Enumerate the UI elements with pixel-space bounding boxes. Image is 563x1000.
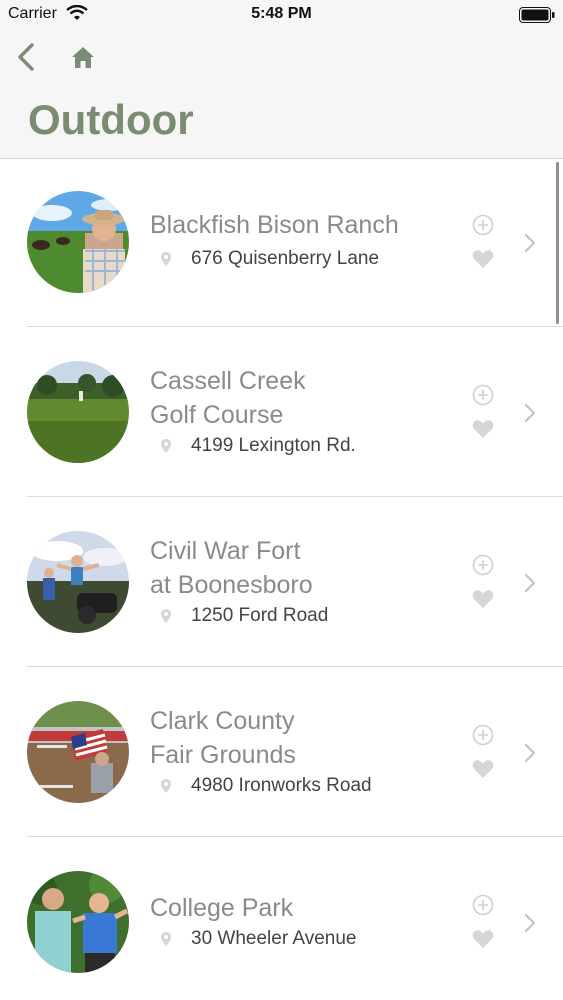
- place-name: Civil War Fort at Boonesboro: [150, 534, 450, 602]
- location-pin-icon: [161, 932, 171, 946]
- status-bar: Carrier 5:48 PM: [0, 0, 563, 30]
- chevron-right-icon: [524, 403, 536, 423]
- add-circle-icon[interactable]: [472, 214, 494, 236]
- place-address: 4980 Ironworks Road: [191, 775, 372, 796]
- home-icon: [72, 47, 94, 68]
- place-name: Cassell Creek Golf Course: [150, 364, 450, 432]
- chevron-right-icon: [524, 913, 536, 933]
- divider: [27, 836, 563, 837]
- list-item[interactable]: Clark County Fair Grounds 4980 Ironworks…: [0, 669, 563, 839]
- place-name-line-1: Cassell Creek: [150, 367, 306, 395]
- location-pin-icon: [161, 252, 171, 266]
- list-item[interactable]: Civil War Fort at Boonesboro 1250 Ford R…: [0, 499, 563, 669]
- back-button[interactable]: [12, 40, 42, 74]
- places-list: Blackfish Bison Ranch 676 Quisenberry La…: [0, 159, 563, 1000]
- place-address: 30 Wheeler Avenue: [191, 928, 357, 949]
- place-name-line-1: Blackfish Bison Ranch: [150, 211, 399, 239]
- place-name-line-2: Fair Grounds: [150, 741, 296, 769]
- place-photo: [27, 191, 129, 293]
- chevron-left-icon: [18, 43, 34, 71]
- heart-icon[interactable]: [472, 589, 494, 609]
- divider: [27, 326, 563, 327]
- place-name-line-1: Clark County: [150, 707, 295, 735]
- heart-icon[interactable]: [472, 759, 494, 779]
- page-title: Outdoor: [28, 96, 194, 143]
- place-photo: [27, 531, 129, 633]
- place-address: 676 Quisenberry Lane: [191, 248, 380, 269]
- divider: [27, 666, 563, 667]
- home-button[interactable]: [68, 44, 98, 72]
- list-item[interactable]: Blackfish Bison Ranch 676 Quisenberry La…: [0, 159, 563, 329]
- place-photo: [27, 871, 129, 973]
- location-pin-icon: [161, 439, 171, 453]
- place-name: Clark County Fair Grounds: [150, 704, 450, 772]
- place-name: College Park: [150, 891, 450, 925]
- location-pin-icon: [161, 779, 171, 793]
- place-name-line-1: College Park: [150, 894, 294, 922]
- divider: [27, 496, 563, 497]
- add-circle-icon[interactable]: [472, 384, 494, 406]
- place-address: 1250 Ford Road: [191, 605, 329, 626]
- place-photo: [27, 361, 129, 463]
- battery-icon: [519, 7, 555, 23]
- chevron-right-icon: [524, 233, 536, 253]
- chevron-right-icon: [524, 743, 536, 763]
- add-circle-icon[interactable]: [472, 894, 494, 916]
- place-name-line-1: Civil War Fort: [150, 537, 301, 565]
- list-item[interactable]: College Park 30 Wheeler Avenue: [0, 839, 563, 1000]
- scrollbar[interactable]: [556, 162, 559, 324]
- place-name-line-2: at Boonesboro: [150, 571, 313, 599]
- list-item[interactable]: Cassell Creek Golf Course 4199 Lexington…: [0, 329, 563, 499]
- add-circle-icon[interactable]: [472, 724, 494, 746]
- navigation-bar: Outdoor: [0, 30, 563, 159]
- add-circle-icon[interactable]: [472, 554, 494, 576]
- place-address: 4199 Lexington Rd.: [191, 435, 356, 456]
- heart-icon[interactable]: [472, 929, 494, 949]
- heart-icon[interactable]: [472, 419, 494, 439]
- place-name-line-2: Golf Course: [150, 401, 284, 429]
- heart-icon[interactable]: [472, 249, 494, 269]
- location-pin-icon: [161, 609, 171, 623]
- place-name: Blackfish Bison Ranch: [150, 208, 450, 242]
- chevron-right-icon: [524, 573, 536, 593]
- place-photo: [27, 701, 129, 803]
- clock: 5:48 PM: [251, 5, 312, 22]
